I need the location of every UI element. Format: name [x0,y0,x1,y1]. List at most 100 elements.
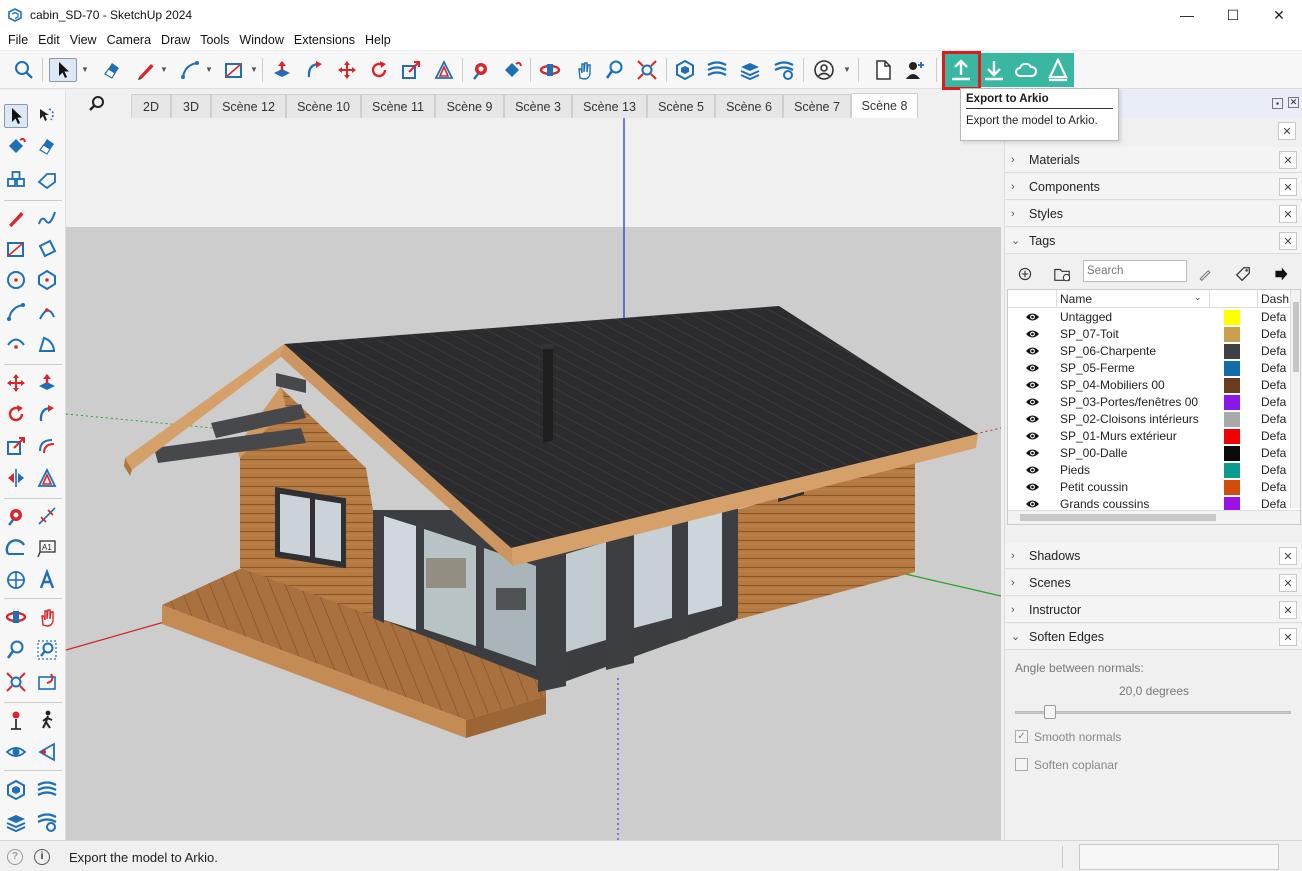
tag-dash[interactable]: Defa [1261,395,1286,409]
tag-color-swatch[interactable] [1224,463,1240,478]
panel-shadows[interactable]: › Shadows ✕ [1005,543,1302,569]
visibility-eye-icon[interactable] [1025,447,1040,459]
add-tag-icon[interactable] [1015,264,1035,284]
visibility-eye-icon[interactable] [1025,362,1040,374]
paint-bucket-icon[interactable] [4,134,28,158]
tag-dash[interactable]: Defa [1261,378,1286,392]
move-icon[interactable] [335,58,359,82]
extension-warehouse-icon[interactable] [705,58,729,82]
triangle-offset-icon[interactable] [35,466,59,490]
color-by-tag-icon[interactable] [1233,264,1253,284]
tag-dash[interactable]: Defa [1261,310,1286,324]
tab-scene-12[interactable]: Scène 12 [211,94,286,118]
tag-row[interactable]: SP_05-Ferme Defa [1008,360,1300,377]
layers-export-icon[interactable] [738,58,762,82]
make-component-icon[interactable] [4,168,28,192]
warehouse-icon[interactable] [4,778,28,802]
tags-search-input[interactable] [1083,260,1187,282]
pencil-icon[interactable] [134,58,158,82]
follow-me-icon[interactable] [303,58,327,82]
column-header-dash[interactable]: Dash [1261,292,1289,306]
import-from-arkio-button[interactable] [978,53,1010,87]
arc-tool-icon[interactable] [178,58,202,82]
select-tool-icon[interactable] [49,58,77,82]
visibility-eye-icon[interactable] [1025,328,1040,340]
scrollbar[interactable] [1008,510,1300,524]
close-icon[interactable]: ✕ [1279,574,1297,592]
pie-tool-icon[interactable] [35,332,59,356]
tab-scene-6[interactable]: Scène 6 [715,94,783,118]
select-tool-icon[interactable] [4,104,28,128]
tab-scene-10[interactable]: Scène 10 [286,94,361,118]
rotate-icon[interactable] [367,58,391,82]
tag-color-swatch[interactable] [1224,361,1240,376]
rectangle-tool-icon[interactable] [222,58,246,82]
info-icon[interactable]: i [34,849,50,865]
tag-dash[interactable]: Defa [1261,429,1286,443]
tag-row[interactable]: SP_07-Toit Defa [1008,326,1300,343]
tab-scene-3[interactable]: Scène 3 [504,94,572,118]
tab-scene-8[interactable]: Scène 8 [851,93,918,118]
tag-dash[interactable]: Defa [1261,327,1286,341]
lasso-select-icon[interactable] [35,104,59,128]
chevron-down-icon[interactable]: ▼ [843,65,851,74]
search-icon[interactable] [88,95,106,113]
close-icon[interactable]: ✕ [1279,232,1297,250]
scrollbar[interactable] [1290,290,1300,508]
angle-slider-track[interactable] [1015,711,1291,714]
scale-icon[interactable] [4,434,28,458]
pan-hand-icon[interactable] [35,605,59,629]
tab-scene-13[interactable]: Scène 13 [572,94,647,118]
menu-edit[interactable]: Edit [33,33,65,47]
panel-components[interactable]: › Components ✕ [1005,174,1302,200]
chevron-down-icon[interactable]: ▼ [205,65,213,74]
angle-slider-thumb[interactable] [1044,705,1056,719]
rectangle-tool-icon[interactable] [4,237,28,261]
follow-me-icon[interactable] [35,402,59,426]
freehand-icon[interactable] [35,206,59,230]
line-tool-icon[interactable] [4,206,28,230]
tab-scene-11[interactable]: Scène 11 [361,94,435,118]
tag-color-swatch[interactable] [1224,412,1240,427]
close-icon[interactable]: ✕ [1279,178,1297,196]
two-point-arc-icon[interactable] [35,300,59,324]
panel-soften-edges[interactable]: ⌄ Soften Edges ✕ [1005,624,1302,650]
previous-view-icon[interactable] [35,670,59,694]
tab-scene-5[interactable]: Scène 5 [647,94,715,118]
panel-materials[interactable]: › Materials ✕ [1005,147,1302,173]
tag-row[interactable]: SP_00-Dalle Defa [1008,445,1300,462]
close-window-button[interactable]: ✕ [1256,0,1302,30]
panel-instructor[interactable]: › Instructor ✕ [1005,597,1302,623]
soften-coplanar-checkbox[interactable] [1015,758,1028,771]
zoom-window-icon[interactable] [35,638,59,662]
menu-extensions[interactable]: Extensions [289,33,360,47]
smooth-normals-checkbox[interactable]: ✓ [1015,730,1028,743]
zoom-icon[interactable] [603,58,627,82]
zoom-icon[interactable] [4,638,28,662]
pan-hand-icon[interactable] [572,58,596,82]
extension-warehouse-icon[interactable] [35,778,59,802]
axes-tool-icon[interactable] [4,568,28,592]
visibility-eye-icon[interactable] [1025,430,1040,442]
extension-manager-icon[interactable] [772,58,796,82]
close-icon[interactable]: ✕ [1288,97,1299,108]
tab-scene-9[interactable]: Scène 9 [435,94,504,118]
maximize-button[interactable]: ☐ [1210,0,1256,30]
geolocation-icon[interactable]: ? [7,849,23,865]
visibility-eye-icon[interactable] [1025,413,1040,425]
eraser-icon[interactable] [35,134,59,158]
tag-row[interactable]: SP_01-Murs extérieur Defa [1008,428,1300,445]
text-tool-icon[interactable]: A1 [35,536,59,560]
visibility-eye-icon[interactable] [1025,345,1040,357]
details-arrow-icon[interactable] [1271,264,1291,284]
column-header-name[interactable]: Name [1060,292,1092,306]
add-folder-icon[interactable] [1052,264,1072,284]
push-pull-icon[interactable] [270,58,294,82]
tag-dash[interactable]: Defa [1261,480,1286,494]
arkio-cloud-button[interactable] [1010,53,1042,87]
walk-icon[interactable] [35,708,59,732]
tape-measure-icon[interactable] [469,58,493,82]
move-icon[interactable] [4,371,28,395]
tape-measure-icon[interactable] [4,504,28,528]
orbit-icon[interactable] [4,605,28,629]
